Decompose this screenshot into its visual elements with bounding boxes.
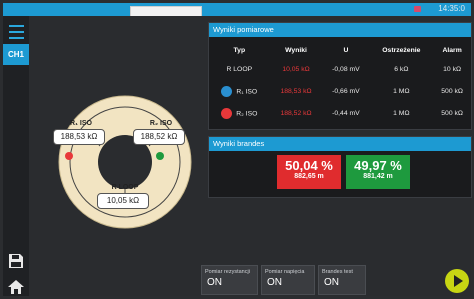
result-cell: 188,53 kΩ bbox=[280, 87, 312, 95]
resistance-measurement-button[interactable]: Pomiar rezystancji ON bbox=[201, 265, 258, 295]
play-button[interactable] bbox=[445, 269, 469, 293]
green-conductor-dot bbox=[156, 152, 164, 160]
button-label: Brandes test bbox=[322, 269, 353, 275]
button-value: ON bbox=[324, 277, 339, 288]
green-percent: 49,97 % bbox=[354, 158, 402, 173]
measurement-results-title: Wyniki pomiarowe bbox=[209, 23, 471, 37]
warning-cell: 1 MΩ bbox=[393, 87, 410, 95]
voltage-cell: -0,08 mV bbox=[332, 65, 360, 73]
voltage-cell: -0,44 mV bbox=[332, 109, 360, 117]
brandes-results-title: Wyniki brandes bbox=[209, 137, 471, 151]
table-row: R₁ ISO 188,53 kΩ -0,66 mV 1 MΩ 500 kΩ bbox=[209, 80, 471, 102]
measurement-results-panel: Wyniki pomiarowe Typ Wyniki U Ostrzeżeni… bbox=[208, 22, 472, 130]
r1-iso-label: R₁ ISO bbox=[70, 120, 92, 127]
alarm-cell: 500 kΩ bbox=[441, 87, 463, 95]
green-result-box: 49,97 % 881,42 m bbox=[346, 155, 410, 189]
warning-cell: 1 MΩ bbox=[393, 109, 410, 117]
warning-cell: 6 kΩ bbox=[394, 65, 409, 73]
column-header: Alarm bbox=[442, 46, 462, 54]
red-distance: 882,65 m bbox=[294, 173, 324, 180]
home-icon[interactable] bbox=[7, 279, 25, 295]
red-conductor-dot bbox=[65, 152, 73, 160]
status-bar: 14:35:0 bbox=[3, 3, 471, 19]
voltage-measurement-button[interactable]: Pomiar napięcia ON bbox=[261, 265, 315, 295]
red-percent: 50,04 % bbox=[285, 158, 333, 173]
button-label: Pomiar rezystancji bbox=[205, 269, 250, 275]
device-screen: 14:35:0 CH1 R₁ ISO 188,53 kΩ R₂ ISO 188,… bbox=[3, 3, 472, 296]
r2-iso-value: 188,52 kΩ bbox=[133, 129, 185, 145]
table-header-row: Typ Wyniki U Ostrzeżenie Alarm bbox=[209, 42, 471, 58]
table-row: R₂ ISO 188,52 kΩ -0,44 mV 1 MΩ 500 kΩ bbox=[209, 102, 471, 124]
voltage-cell: -0,66 mV bbox=[332, 87, 360, 95]
status-indicator-icon bbox=[414, 6, 421, 12]
green-distance: 881,42 m bbox=[363, 173, 393, 180]
button-label: Pomiar napięcia bbox=[265, 269, 305, 275]
brandes-results-panel: Wyniki brandes 50,04 % 882,65 m 49,97 % … bbox=[208, 136, 472, 198]
button-value: ON bbox=[267, 277, 282, 288]
column-header: Typ bbox=[233, 46, 246, 54]
type-cell: R LOOP bbox=[226, 65, 253, 73]
button-value: ON bbox=[207, 277, 222, 288]
column-header: Wyniki bbox=[285, 46, 307, 54]
hamburger-icon[interactable] bbox=[9, 25, 24, 43]
r2-iso-label: R₂ ISO bbox=[149, 120, 173, 127]
red-indicator-icon bbox=[221, 107, 233, 119]
status-time: 14:35:0 bbox=[438, 4, 465, 13]
result-cell: 10,05 kΩ bbox=[282, 65, 310, 73]
type-cell: R₂ ISO bbox=[209, 102, 270, 124]
type-label: R₁ ISO bbox=[236, 87, 258, 95]
blue-indicator-icon bbox=[221, 85, 233, 97]
save-icon[interactable] bbox=[8, 253, 24, 269]
result-cell: 188,52 kΩ bbox=[280, 109, 312, 117]
sidebar: CH1 bbox=[3, 16, 29, 296]
r-loop-value: 10,05 kΩ bbox=[97, 193, 149, 209]
red-result-box: 50,04 % 882,65 m bbox=[277, 155, 341, 189]
play-icon bbox=[454, 275, 463, 287]
r-loop-label: R LOOP bbox=[111, 184, 139, 191]
alarm-cell: 500 kΩ bbox=[441, 109, 463, 117]
table-row: R LOOP 10,05 kΩ -0,08 mV 6 kΩ 10 kΩ bbox=[209, 58, 471, 80]
measurement-table: Typ Wyniki U Ostrzeżenie Alarm R LOOP 10… bbox=[209, 42, 471, 124]
column-header: U bbox=[343, 46, 349, 54]
channel-tab-ch1[interactable]: CH1 bbox=[3, 44, 29, 65]
column-header: Ostrzeżenie bbox=[382, 46, 421, 54]
alarm-cell: 10 kΩ bbox=[443, 65, 462, 73]
type-cell: R₁ ISO bbox=[209, 80, 270, 102]
type-label: R₂ ISO bbox=[236, 109, 258, 117]
r1-iso-value: 188,53 kΩ bbox=[53, 129, 105, 145]
main-area: R₁ ISO 188,53 kΩ R₂ ISO 188,52 kΩ R LOOP… bbox=[29, 16, 472, 296]
brandes-test-button[interactable]: Brandes test ON bbox=[318, 265, 366, 295]
